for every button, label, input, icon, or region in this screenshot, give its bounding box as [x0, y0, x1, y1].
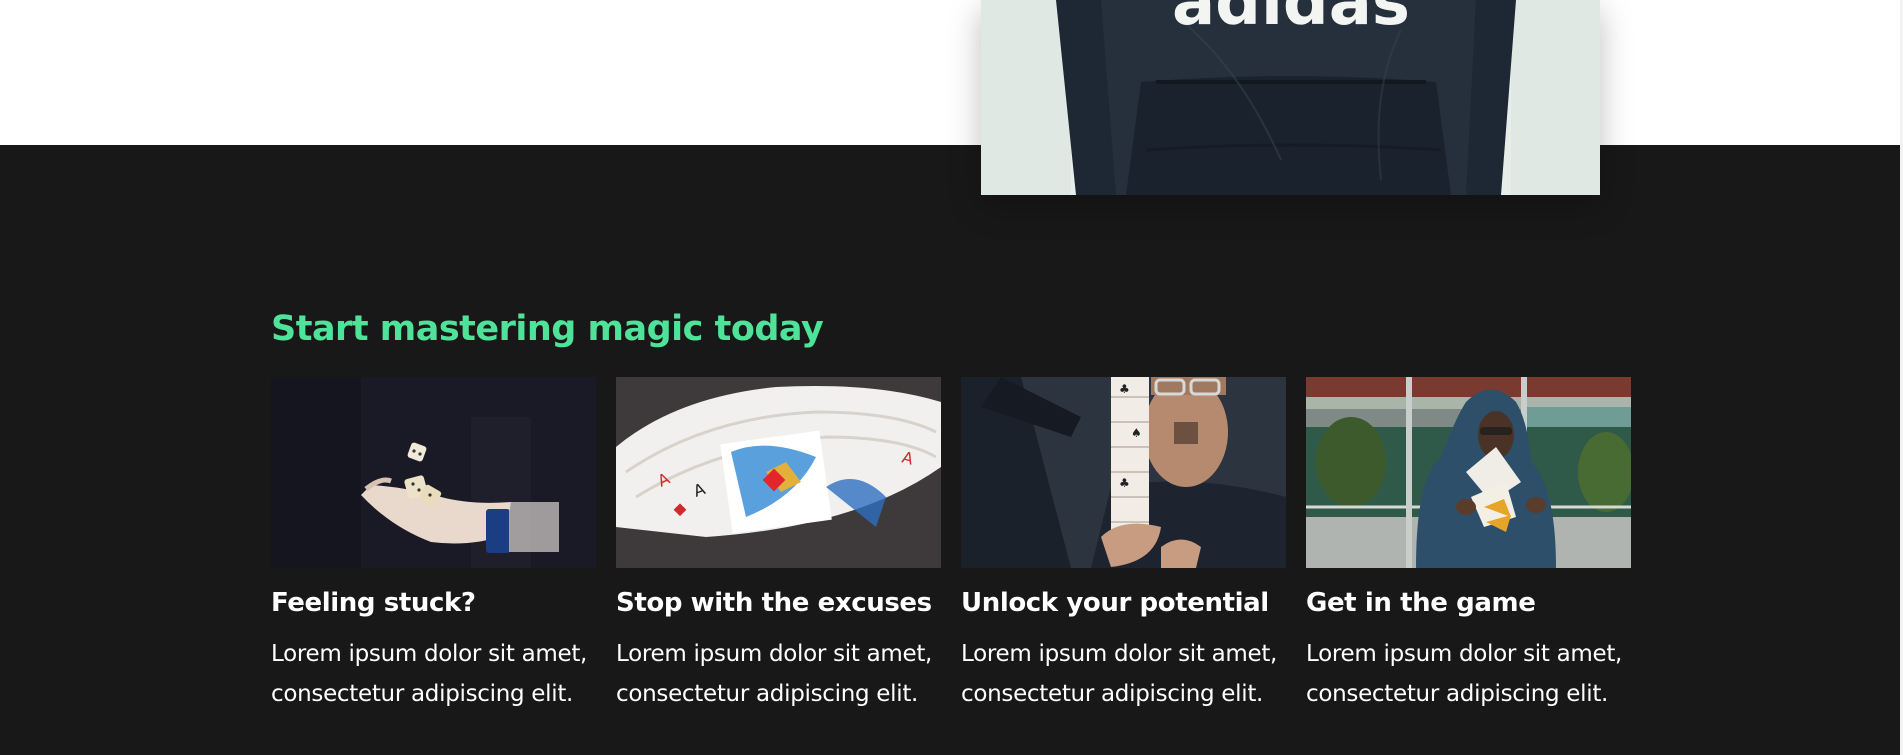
svg-text:♣: ♣: [1119, 476, 1130, 490]
hero-hoodie-photo: adidas: [981, 0, 1600, 195]
card-description: Lorem ipsum dolor sit amet, consectetur …: [961, 641, 1278, 707]
feature-card-feeling-stuck: Feeling stuck? Lorem ipsum dolor sit ame…: [271, 377, 596, 714]
fanned-playing-cards-photo: A A A: [616, 377, 941, 568]
card-title: Feeling stuck?: [271, 588, 476, 618]
card-title: Get in the game: [1306, 588, 1536, 618]
card-description: Lorem ipsum dolor sit amet, consectetur …: [616, 641, 933, 707]
hand-tossing-dice-photo: [271, 377, 596, 568]
man-cascading-cards-photo: ♣ ♠ ♣: [961, 377, 1286, 568]
top-white-area: [0, 0, 1903, 145]
feature-card-unlock-potential: ♣ ♠ ♣ Unlock your potential Lorem ipsum …: [961, 377, 1286, 714]
feature-card-stop-excuses: A A A Stop with the excuses Lorem ipsum …: [616, 377, 941, 714]
hooded-person-card-flourish-photo: [1306, 377, 1631, 568]
card-title: Stop with the excuses: [616, 588, 932, 618]
svg-text:♠: ♠: [1131, 426, 1142, 440]
card-description: Lorem ipsum dolor sit amet, consectetur …: [271, 641, 588, 707]
feature-card-get-in-game: Get in the game Lorem ipsum dolor sit am…: [1306, 377, 1631, 714]
card-description: Lorem ipsum dolor sit amet, consectetur …: [1306, 641, 1623, 707]
section-heading: Start mastering magic today: [271, 309, 824, 349]
hoodie-brand-text: adidas: [1172, 0, 1410, 40]
card-title: Unlock your potential: [961, 588, 1269, 618]
svg-text:♣: ♣: [1119, 382, 1130, 396]
